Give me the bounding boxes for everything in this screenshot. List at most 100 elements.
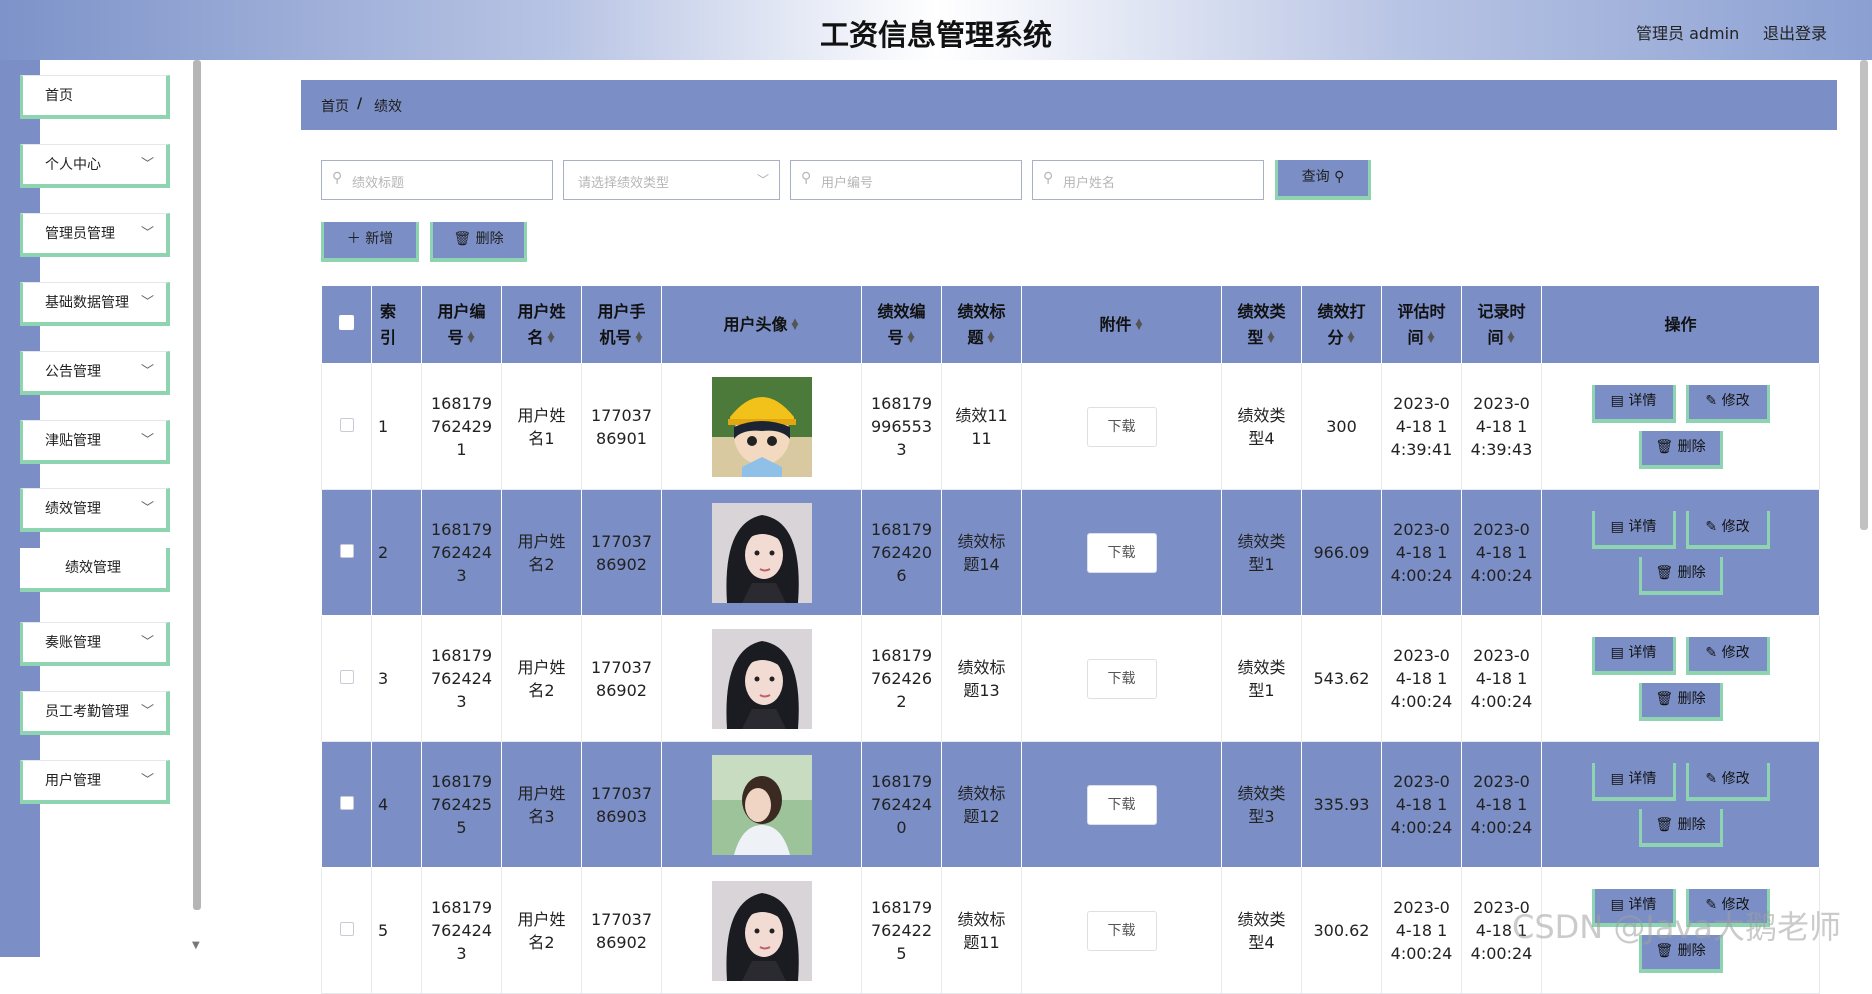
sidebar-item[interactable]: 管理员管理 ﹀ — [20, 213, 170, 257]
cell-perf-type: 绩效类 型1 — [1221, 615, 1302, 742]
delete-button[interactable]: 🗑 删除 — [1638, 430, 1723, 469]
header-perf-title[interactable]: 绩效标题 ▲ ▼ — [941, 285, 1022, 364]
detail-button[interactable]: ▤ 详情 — [1591, 510, 1676, 549]
user-avatar[interactable] — [711, 628, 812, 729]
table-row[interactable]: 2 168179 762424 3 用户姓 名2 177037 86902 168179 7624… — [321, 489, 1820, 616]
sidebar-item[interactable]: 用户管理 ﹀ — [20, 760, 170, 804]
download-button[interactable]: 下载 — [1086, 784, 1157, 825]
detail-button[interactable]: ▤ 详情 — [1591, 636, 1676, 675]
row-checkbox[interactable] — [339, 544, 354, 558]
chevron-down-icon: ﹀ — [140, 773, 154, 788]
row-checkbox[interactable] — [339, 670, 354, 684]
sidebar-item-label: 绩效管理 — [45, 501, 101, 517]
header-perf-score[interactable]: 绩效打分 ▲ ▼ — [1301, 285, 1382, 364]
header-perf-type[interactable]: 绩效类型 ▲ ▼ — [1221, 285, 1302, 364]
download-button[interactable]: 下载 — [1086, 532, 1157, 573]
detail-button[interactable]: ▤ 详情 — [1591, 384, 1676, 423]
detail-button[interactable]: ▤ 详情 — [1591, 762, 1676, 801]
download-button[interactable]: 下载 — [1086, 406, 1157, 447]
select-all-checkbox[interactable] — [339, 314, 354, 330]
edit-button[interactable]: ✎ 修改 — [1685, 636, 1770, 675]
sidebar-item[interactable]: 绩效管理 ﹀ — [20, 488, 170, 532]
cell-perf-type: 绩效类 型4 — [1221, 867, 1302, 994]
delete-button[interactable]: 🗑 删除 — [1638, 556, 1723, 595]
sidebar-scrollbar[interactable] — [193, 60, 201, 910]
perf-title-search-input[interactable]: ⚲ 绩效标题 — [321, 160, 553, 200]
delete-button[interactable]: 🗑 删除 — [1638, 808, 1723, 847]
cell-perf-title: 绩效标 题14 — [941, 489, 1022, 616]
header-record-time[interactable]: 记录时间 ▲ ▼ — [1461, 285, 1542, 364]
breadcrumb-current: 绩效 — [374, 99, 402, 115]
document-icon: ▤ — [1610, 644, 1629, 661]
cell-attachment: 下载 — [1021, 741, 1222, 868]
cell-attachment: 下载 — [1021, 363, 1222, 490]
chevron-down-icon: ﹀ — [140, 364, 154, 379]
perf-type-select[interactable]: 请选择绩效类型 ﹀ — [563, 160, 780, 200]
performance-table: 索引 用户编号 ▲ ▼ 用户姓名 ▲ ▼ 用户手 机号 ▲ ▼ 用户头像 ▲ ▼ 绩效编号 ▲ ▼ 绩… — [321, 285, 1820, 994]
user-no-search-input[interactable]: ⚲ 用户编号 — [790, 160, 1022, 200]
header-user-no[interactable]: 用户编号 ▲ ▼ — [421, 285, 502, 364]
download-button[interactable]: 下载 — [1086, 910, 1157, 951]
main-scrollbar[interactable] — [1860, 60, 1868, 530]
table-row[interactable]: 1 168179 762429 1 用户姓 名1 177037 86901 168179 9965… — [321, 363, 1820, 490]
header-attachment[interactable]: 附件 ▲ ▼ — [1021, 285, 1222, 364]
batch-delete-button[interactable]: 🗑 删除 — [430, 222, 527, 262]
search-icon: ⚲ — [801, 170, 812, 186]
scroll-down-icon[interactable]: ▼ — [192, 940, 200, 951]
breadcrumb-home[interactable]: 首页 — [321, 96, 349, 116]
sidebar-item[interactable]: 津贴管理 ﹀ — [20, 420, 170, 464]
trash-icon: 🗑 — [1655, 690, 1678, 707]
cell-avatar — [661, 615, 862, 742]
sidebar-item[interactable]: 公告管理 ﹀ — [20, 351, 170, 395]
sidebar-item[interactable]: 基础数据管理 ﹀ — [20, 282, 170, 326]
add-button[interactable]: ＋ 新增 — [321, 222, 419, 262]
header-perf-no[interactable]: 绩效编号 ▲ ▼ — [861, 285, 942, 364]
cell-eval-time: 2023-0 4-18 1 4:39:41 — [1381, 363, 1462, 490]
user-avatar[interactable] — [711, 376, 812, 477]
cell-attachment: 下载 — [1021, 867, 1222, 994]
header-avatar[interactable]: 用户头像 ▲ ▼ — [661, 285, 862, 364]
perf-title-placeholder: 绩效标题 — [352, 176, 405, 191]
sidebar-item[interactable]: 员工考勤管理 ﹀ — [20, 691, 170, 735]
user-name-search-input[interactable]: ⚲ 用户姓名 — [1032, 160, 1264, 200]
row-checkbox[interactable] — [339, 922, 354, 936]
cell-user-name: 用户姓 名3 — [501, 741, 582, 868]
row-checkbox[interactable] — [339, 796, 354, 810]
table-row[interactable]: 4 168179 762425 5 用户姓 名3 177037 86903 168179 7624… — [321, 741, 1820, 868]
cell-phone: 177037 86902 — [581, 615, 662, 742]
download-button[interactable]: 下载 — [1086, 658, 1157, 699]
user-avatar[interactable] — [711, 880, 812, 981]
sidebar-item[interactable]: 奏账管理 ﹀ — [20, 622, 170, 666]
cell-record-time: 2023-0 4-18 1 4:00:24 — [1461, 489, 1542, 616]
cell-record-time: 2023-0 4-18 1 4:00:24 — [1461, 615, 1542, 742]
row-select-cell — [321, 615, 372, 742]
query-button[interactable]: 查询 ⚲ — [1275, 160, 1371, 200]
cell-user-name: 用户姓 名2 — [501, 867, 582, 994]
sidebar-item[interactable]: 首页 — [20, 75, 170, 119]
edit-button[interactable]: ✎ 修改 — [1685, 762, 1770, 801]
cell-user-name: 用户姓 名2 — [501, 489, 582, 616]
cell-perf-no: 168179 762420 6 — [861, 489, 942, 616]
user-avatar[interactable] — [711, 502, 812, 603]
sidebar-subitem[interactable]: 绩效管理 — [20, 548, 170, 592]
header-user-name[interactable]: 用户姓名 ▲ ▼ — [501, 285, 582, 364]
trash-icon: 🗑 — [1655, 564, 1678, 581]
cell-index: 1 — [371, 363, 422, 490]
cell-ops: ▤ 详情 ✎ 修改 🗑 删除 — [1541, 363, 1820, 490]
table-row[interactable]: 3 168179 762424 3 用户姓 名2 177037 86902 168179 7624… — [321, 615, 1820, 742]
sidebar-item-label: 公告管理 — [45, 364, 101, 380]
cell-perf-type: 绩效类 型1 — [1221, 489, 1302, 616]
edit-button[interactable]: ✎ 修改 — [1685, 384, 1770, 423]
perf-type-placeholder: 请选择绩效类型 — [578, 176, 670, 191]
edit-button[interactable]: ✎ 修改 — [1685, 510, 1770, 549]
delete-button[interactable]: 🗑 删除 — [1638, 682, 1723, 721]
header-user-phone[interactable]: 用户手 机号 ▲ ▼ — [581, 285, 662, 364]
header-eval-time[interactable]: 评估时间 ▲ ▼ — [1381, 285, 1462, 364]
search-icon: ⚲ — [1043, 170, 1054, 186]
row-checkbox[interactable] — [339, 418, 354, 432]
cell-perf-no: 168179 996553 3 — [861, 363, 942, 490]
logout-link[interactable]: 退出登录 — [1763, 20, 1827, 44]
row-select-cell — [321, 867, 372, 994]
sidebar-item[interactable]: 个人中心 ﹀ — [20, 144, 170, 188]
user-avatar[interactable] — [711, 754, 812, 855]
